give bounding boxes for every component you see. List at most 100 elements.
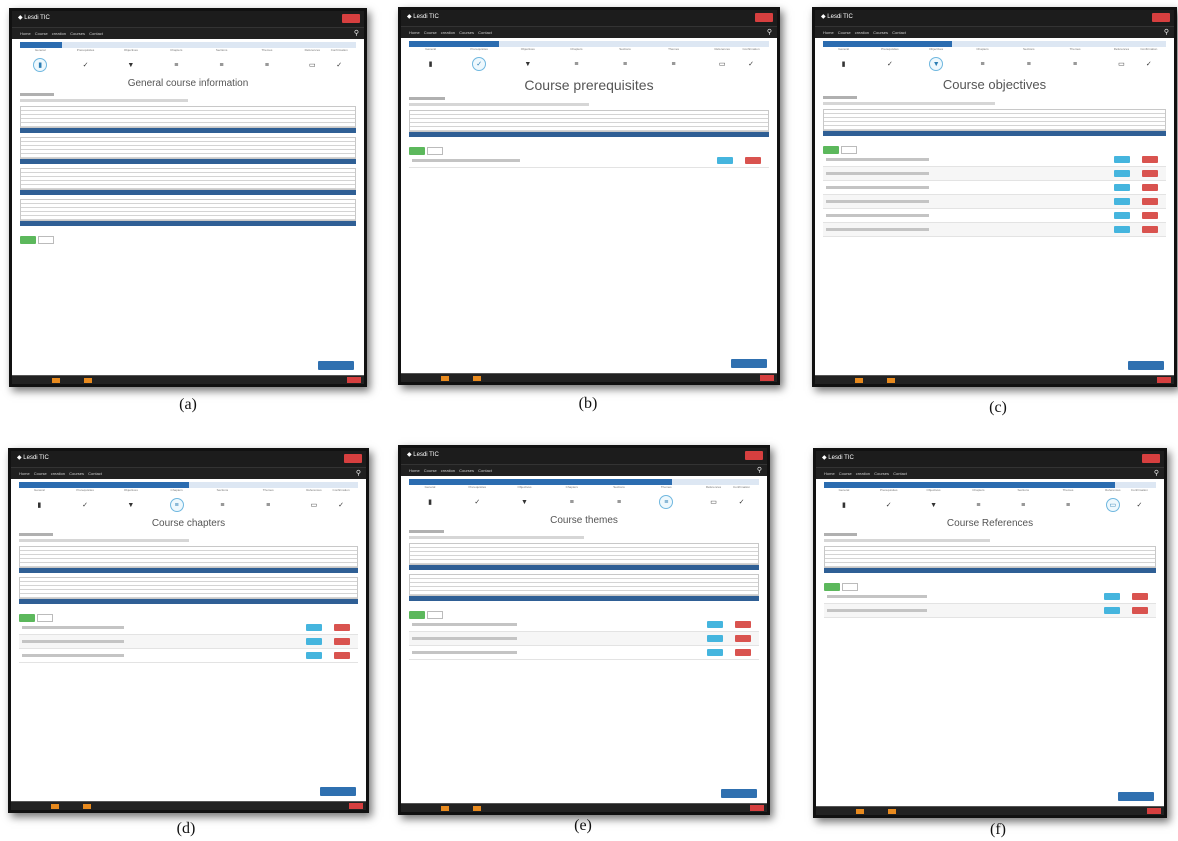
edit-button[interactable] — [707, 621, 723, 628]
wizard-step[interactable]: Themes ≡ — [1050, 488, 1087, 513]
wizard-step[interactable]: Prerequisites ✓ — [458, 485, 497, 510]
wizard-step[interactable]: General ▮ — [22, 48, 59, 72]
rich-text-editor[interactable] — [19, 546, 358, 568]
menu-items[interactable]: Home Course creation Courses Contact — [409, 30, 492, 35]
wizard-step[interactable]: General ▮ — [411, 47, 451, 72]
edit-button[interactable] — [717, 157, 733, 164]
next-button[interactable] — [721, 789, 757, 798]
rich-text-editor[interactable] — [409, 110, 769, 132]
wizard-step[interactable]: Confirmation ✓ — [321, 48, 358, 73]
app-logo[interactable]: ◆ Lesdi TIC — [822, 454, 854, 461]
wizard-step[interactable]: Confirmation ✓ — [322, 488, 359, 513]
add-button[interactable] — [20, 236, 36, 244]
wizard-step[interactable]: Sections ≡ — [203, 48, 240, 73]
wizard-step[interactable]: Sections ≡ — [1010, 47, 1048, 72]
edit-button[interactable] — [1104, 607, 1120, 614]
wizard-step[interactable]: Confirmation ✓ — [731, 47, 771, 72]
wizard-step[interactable]: General ▮ — [21, 488, 58, 513]
next-button[interactable] — [1128, 361, 1164, 370]
delete-button[interactable] — [1142, 226, 1158, 233]
wizard-step[interactable]: Sections ≡ — [600, 485, 639, 510]
delete-button[interactable] — [334, 624, 350, 631]
edit-button[interactable] — [306, 624, 322, 631]
menu-items[interactable]: Home Course creation Courses Contact — [823, 30, 906, 35]
delete-button[interactable] — [745, 157, 761, 164]
rich-text-editor[interactable] — [409, 543, 759, 565]
edit-button[interactable] — [707, 635, 723, 642]
logout-button[interactable] — [755, 13, 773, 22]
rich-text-editor[interactable] — [409, 574, 759, 596]
menu-items[interactable]: Home Course creation Courses Contact — [824, 471, 907, 476]
next-button[interactable] — [1118, 792, 1154, 801]
wizard-step[interactable]: Themes ≡ — [654, 47, 694, 72]
edit-button[interactable] — [1114, 212, 1130, 219]
wizard-step[interactable]: General ▮ — [826, 488, 863, 513]
delete-button[interactable] — [1142, 170, 1158, 177]
app-logo[interactable]: ◆ Lesdi TIC — [821, 13, 853, 20]
wizard-step[interactable]: Sections ≡ — [204, 488, 241, 513]
rich-text-editor[interactable] — [824, 546, 1156, 568]
form-fields[interactable] — [824, 533, 1156, 542]
menu-items[interactable]: Home Course creation Courses Contact — [19, 471, 102, 476]
edit-button[interactable] — [1114, 184, 1130, 191]
wizard-step[interactable]: Objectives ▼ — [917, 47, 955, 71]
wizard-step[interactable]: Prerequisites ✓ — [67, 48, 104, 73]
wizard-step[interactable]: General ▮ — [411, 485, 450, 510]
wizard-step[interactable]: Prerequisites ✓ — [459, 47, 499, 71]
edit-button[interactable] — [1114, 198, 1130, 205]
wizard-step[interactable]: Objectives ▼ — [508, 47, 548, 72]
rich-text-editor[interactable] — [823, 109, 1166, 131]
next-button[interactable] — [320, 787, 356, 796]
form-fields[interactable] — [409, 530, 759, 539]
wizard-step[interactable]: Chapters ≡ — [158, 48, 195, 73]
search-icon[interactable]: ⚲ — [1154, 469, 1159, 477]
next-button[interactable] — [318, 361, 354, 370]
delete-button[interactable] — [1142, 212, 1158, 219]
form-fields[interactable] — [19, 533, 358, 542]
next-button[interactable] — [731, 359, 767, 368]
search-icon[interactable]: ⚲ — [767, 28, 772, 36]
edit-button[interactable] — [1114, 226, 1130, 233]
delete-button[interactable] — [1142, 198, 1158, 205]
edit-button[interactable] — [707, 649, 723, 656]
app-logo[interactable]: ◆ Lesdi TIC — [18, 14, 50, 21]
delete-button[interactable] — [334, 638, 350, 645]
wizard-step[interactable]: Confirmation ✓ — [1121, 488, 1158, 513]
rich-text-editor[interactable] — [20, 168, 356, 190]
wizard-step[interactable]: Chapters ≡ — [557, 47, 597, 72]
logout-button[interactable] — [1142, 454, 1160, 463]
wizard-step[interactable]: Objectives ▼ — [112, 488, 149, 513]
wizard-step[interactable]: Prerequisites ✓ — [871, 47, 909, 72]
edit-button[interactable] — [1114, 170, 1130, 177]
wizard-step[interactable]: Objectives ▼ — [505, 485, 544, 510]
logout-button[interactable] — [342, 14, 360, 23]
wizard-step[interactable]: General ▮ — [825, 47, 863, 72]
search-icon[interactable]: ⚲ — [757, 466, 762, 474]
search-icon[interactable]: ⚲ — [354, 29, 359, 37]
delete-button[interactable] — [1132, 593, 1148, 600]
app-logo[interactable]: ◆ Lesdi TIC — [17, 454, 49, 461]
delete-button[interactable] — [334, 652, 350, 659]
logout-button[interactable] — [344, 454, 362, 463]
wizard-step[interactable]: Prerequisites ✓ — [66, 488, 103, 513]
edit-button[interactable] — [306, 652, 322, 659]
search-icon[interactable]: ⚲ — [1164, 28, 1169, 36]
wizard-step[interactable]: Themes ≡ — [248, 48, 285, 73]
delete-button[interactable] — [1142, 156, 1158, 163]
wizard-step[interactable]: Themes ≡ — [250, 488, 287, 513]
edit-button[interactable] — [1114, 156, 1130, 163]
app-logo[interactable]: ◆ Lesdi TIC — [407, 451, 439, 458]
wizard-step[interactable]: Themes ≡ — [1056, 47, 1094, 72]
rich-text-editor[interactable] — [20, 199, 356, 221]
wizard-step[interactable]: Confirmation ✓ — [722, 485, 761, 510]
wizard-step[interactable]: Sections ≡ — [1005, 488, 1042, 513]
logout-button[interactable] — [1152, 13, 1170, 22]
wizard-step[interactable]: Prerequisites ✓ — [870, 488, 907, 513]
wizard-step[interactable]: Sections ≡ — [605, 47, 645, 72]
edit-button[interactable] — [1104, 593, 1120, 600]
rich-text-editor[interactable] — [20, 106, 356, 128]
wizard-step[interactable]: Chapters ≡ — [158, 488, 195, 512]
wizard-step[interactable]: Chapters ≡ — [553, 485, 592, 510]
wizard-step[interactable]: Objectives ▼ — [915, 488, 952, 513]
edit-button[interactable] — [306, 638, 322, 645]
